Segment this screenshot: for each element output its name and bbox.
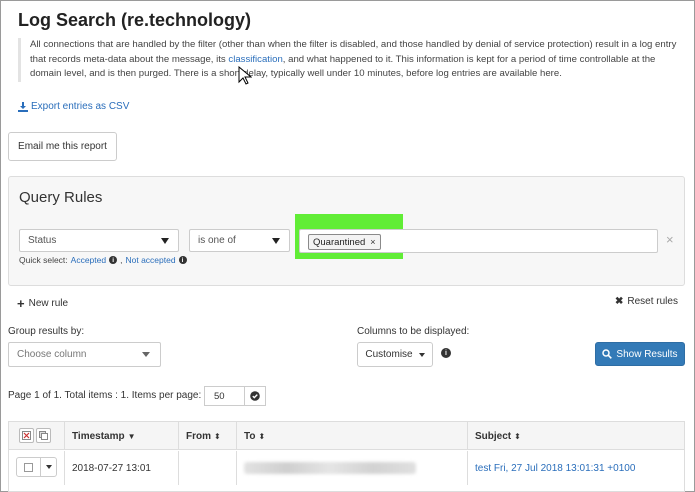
value-tag-label: Quarantined <box>313 236 366 248</box>
row-checkbox[interactable] <box>24 462 33 472</box>
column-header-from[interactable]: From ⬍ <box>179 422 237 450</box>
export-csv-label: Export entries as CSV <box>31 101 130 112</box>
row-timestamp: 2018-07-27 13:01 <box>65 451 179 485</box>
tag-remove-icon[interactable]: × <box>370 237 375 247</box>
columns-info-icon[interactable]: i <box>441 348 451 358</box>
sort-desc-icon: ▼ <box>127 431 136 441</box>
caret-down-icon <box>418 352 425 357</box>
select-page-icon[interactable] <box>36 428 51 443</box>
column-header-to[interactable]: To ⬍ <box>237 422 468 450</box>
table-header: Timestamp ▼ From ⬍ To ⬍ Subject ⬍ <box>9 422 684 450</box>
customise-columns-button[interactable]: Customise <box>357 342 433 367</box>
show-results-label: Show Results <box>616 348 678 360</box>
group-column-placeholder: Choose column <box>17 349 87 360</box>
items-per-page-input[interactable]: 50 <box>204 386 244 406</box>
caret-down-icon <box>161 238 169 244</box>
row-subject-link[interactable]: test Fri, 27 Jul 2018 13:01:31 +0100 <box>475 463 635 474</box>
page-description: All connections that are handled by the … <box>18 38 678 82</box>
apply-per-page-button[interactable] <box>244 386 266 406</box>
redacted-recipient <box>244 462 416 474</box>
quick-select: Quick select: Accepted i , Not accepted … <box>19 255 187 265</box>
row-to <box>237 451 468 485</box>
pagination-info: Page 1 of 1. Total items : 1. Items per … <box>8 390 202 401</box>
query-rules-title: Query Rules <box>19 189 103 206</box>
remove-rule-icon[interactable]: × <box>666 232 674 247</box>
check-circle-icon <box>250 391 260 401</box>
row-subject: test Fri, 27 Jul 2018 13:01:31 +0100 <box>468 451 686 485</box>
caret-down-icon <box>272 238 280 244</box>
columns-displayed-label: Columns to be displayed: <box>357 326 470 337</box>
plus-icon: + <box>17 296 25 311</box>
download-icon <box>18 101 28 112</box>
reset-rules-button[interactable]: ✖ Reset rules <box>615 296 678 307</box>
reset-rules-label: Reset rules <box>627 296 678 307</box>
quick-select-label: Quick select: <box>19 255 68 265</box>
row-from <box>179 451 237 485</box>
rule-field-select[interactable]: Status <box>19 229 179 252</box>
page-title: Log Search (re.technology) <box>18 10 252 30</box>
select-all-icon[interactable] <box>19 428 34 443</box>
sort-icon: ⬍ <box>258 431 266 441</box>
customise-label: Customise <box>365 349 413 360</box>
query-rules-panel: Query Rules Status is one of Quarantined… <box>8 176 685 286</box>
group-results-label: Group results by: <box>8 326 85 337</box>
close-icon: ✖ <box>615 296 624 307</box>
quick-select-not-accepted[interactable]: Not accepted <box>125 255 175 265</box>
mouse-cursor-icon <box>238 66 252 85</box>
caret-down-icon <box>45 465 52 469</box>
row-select-cell <box>9 451 65 485</box>
show-results-button[interactable]: Show Results <box>595 342 685 366</box>
sort-icon: ⬍ <box>214 431 221 441</box>
sort-icon: ⬍ <box>514 431 521 441</box>
caret-down-icon <box>142 352 150 357</box>
info-icon: i <box>178 256 187 264</box>
search-icon <box>602 349 613 359</box>
classification-link[interactable]: classification <box>228 54 282 65</box>
table-row[interactable]: 2018-07-27 13:01 test Fri, 27 Jul 2018 1… <box>9 451 684 485</box>
rule-field-value: Status <box>28 235 57 246</box>
export-csv-link[interactable]: Export entries as CSV <box>18 101 129 112</box>
value-tag: Quarantined × <box>308 234 381 250</box>
select-all-column <box>9 422 65 450</box>
rule-operator-select[interactable]: is one of <box>189 229 290 252</box>
group-column-select[interactable]: Choose column <box>8 342 161 367</box>
column-header-timestamp[interactable]: Timestamp ▼ <box>65 422 179 450</box>
info-icon: i <box>109 256 118 264</box>
new-rule-button[interactable]: + New rule <box>17 296 68 311</box>
quick-select-accepted[interactable]: Accepted <box>71 255 106 265</box>
rule-operator-value: is one of <box>198 235 236 246</box>
row-select-dropdown[interactable] <box>16 457 57 477</box>
column-header-subject[interactable]: Subject ⬍ <box>468 422 686 450</box>
results-table: Timestamp ▼ From ⬍ To ⬍ Subject ⬍ 2018-07-27… <box>8 421 685 492</box>
email-report-button[interactable]: Email me this report <box>8 132 117 161</box>
new-rule-label: New rule <box>28 298 69 309</box>
